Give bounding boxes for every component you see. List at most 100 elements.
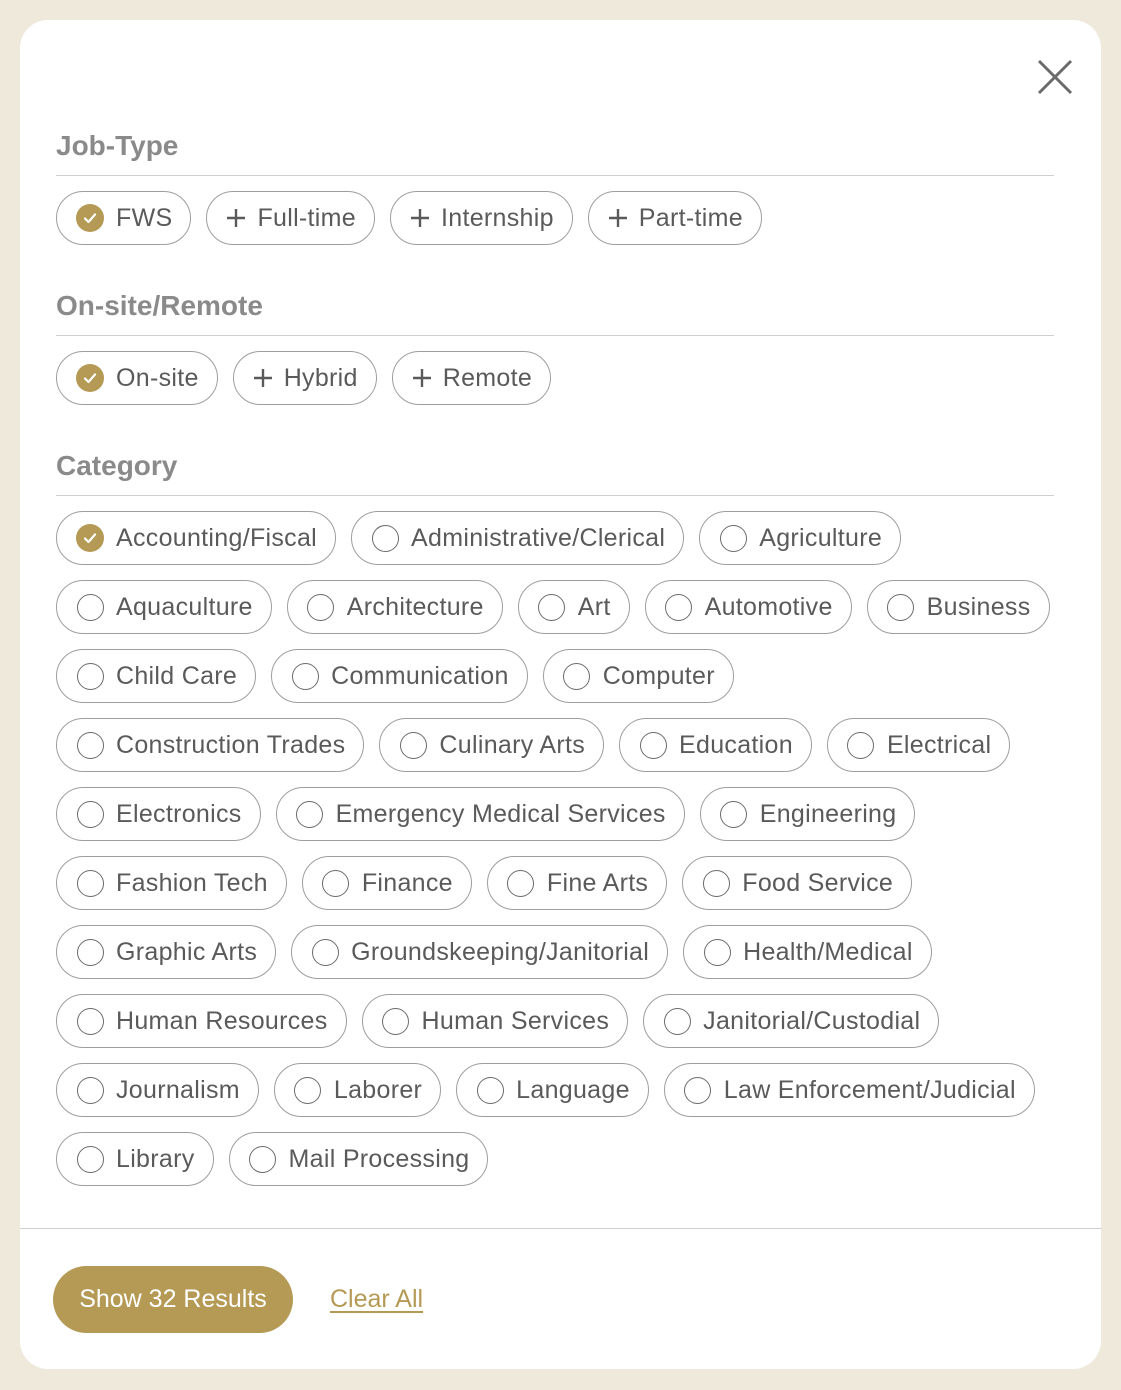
category-section: Category Accounting/Fiscal Administrative… [56, 440, 1054, 1186]
clear-all-link[interactable]: Clear All [330, 1285, 423, 1314]
filter-chip[interactable]: Administrative/Clerical [351, 511, 685, 565]
radio-circle-icon [718, 523, 748, 553]
radio-circle-icon [306, 592, 336, 622]
filter-chip[interactable]: Internship [390, 191, 573, 245]
filter-chip[interactable]: Aquaculture [56, 580, 272, 634]
chip-label: Language [516, 1075, 630, 1104]
checkmark-icon [75, 523, 105, 553]
filter-chip[interactable]: Mail Processing [228, 1132, 489, 1186]
chip-label: Agriculture [759, 523, 883, 552]
radio-circle-icon [683, 1075, 713, 1105]
filter-chip[interactable]: On-site [56, 351, 218, 405]
close-button[interactable] [1036, 58, 1074, 96]
filter-chip[interactable]: Full-time [206, 191, 375, 245]
filter-chip[interactable]: Law Enforcement/Judicial [663, 1063, 1035, 1117]
plus-icon [607, 207, 629, 229]
filter-chip[interactable]: Human Services [361, 994, 629, 1048]
radio-circle-icon [702, 937, 732, 967]
chip-label: Electronics [116, 799, 242, 828]
radio-circle-icon [75, 661, 105, 691]
filter-chip[interactable]: Art [517, 580, 630, 634]
filter-chip[interactable]: FWS [56, 191, 192, 245]
filter-chip[interactable]: Janitorial/Custodial [643, 994, 940, 1048]
chip-label: Graphic Arts [116, 937, 258, 966]
filter-chip[interactable]: Food Service [682, 856, 913, 910]
chip-label: Law Enforcement/Judicial [723, 1075, 1016, 1104]
filter-chip[interactable]: Library [56, 1132, 214, 1186]
radio-circle-icon [248, 1144, 278, 1174]
filter-chip[interactable]: Language [456, 1063, 649, 1117]
radio-circle-icon [664, 592, 694, 622]
radio-circle-icon [381, 1006, 411, 1036]
radio-circle-icon [293, 1075, 323, 1105]
filter-chip[interactable]: Health/Medical [683, 925, 932, 979]
chip-label: Food Service [742, 868, 894, 897]
filter-chip[interactable]: Accounting/Fiscal [56, 511, 337, 565]
chip-label: Architecture [346, 592, 484, 621]
job-type-section: Job-Type FWS Full-time Internship Part-time [56, 120, 1054, 245]
filter-chip[interactable]: Emergency Medical Services [275, 787, 685, 841]
plus-icon [409, 207, 431, 229]
filter-chip[interactable]: Electronics [56, 787, 261, 841]
filter-chip[interactable]: Child Care [56, 649, 257, 703]
chip-label: Janitorial/Custodial [703, 1006, 921, 1035]
chip-label: Fashion Tech [116, 868, 268, 897]
radio-circle-icon [75, 1144, 105, 1174]
filter-chip[interactable]: Graphic Arts [56, 925, 277, 979]
filter-chip[interactable]: Architecture [286, 580, 503, 634]
chip-label: Human Resources [116, 1006, 328, 1035]
chip-label: Library [116, 1144, 195, 1173]
radio-circle-icon [537, 592, 567, 622]
checkmark-icon [75, 203, 105, 233]
chip-label: FWS [116, 203, 173, 232]
chip-label: Journalism [116, 1075, 240, 1104]
chip-label: Fine Arts [546, 868, 649, 897]
show-results-button[interactable]: Show 32 Results [53, 1266, 293, 1333]
chip-label: Automotive [704, 592, 833, 621]
filter-chip[interactable]: Computer [542, 649, 734, 703]
filter-chip[interactable]: Laborer [273, 1063, 442, 1117]
filter-chip[interactable]: Finance [301, 856, 472, 910]
chip-label: Communication [331, 661, 509, 690]
radio-circle-icon [638, 730, 668, 760]
filter-chip[interactable]: Fashion Tech [56, 856, 287, 910]
onsite-remote-section: On-site/Remote On-site Hybrid Remote [56, 280, 1054, 405]
radio-circle-icon [75, 730, 105, 760]
radio-circle-icon [506, 868, 536, 898]
chip-group: FWS Full-time Internship Part-time [56, 176, 1054, 245]
plus-icon [225, 207, 247, 229]
filter-chip[interactable]: Construction Trades [56, 718, 365, 772]
plus-icon [411, 367, 433, 389]
chip-label: Art [577, 592, 611, 621]
checkmark-icon [75, 363, 105, 393]
filter-chip[interactable]: Electrical [826, 718, 1011, 772]
filter-chip[interactable]: Hybrid [232, 351, 377, 405]
radio-circle-icon [846, 730, 876, 760]
filter-chip[interactable]: Engineering [699, 787, 916, 841]
chip-label: Health/Medical [743, 937, 913, 966]
filter-chip[interactable]: Remote [391, 351, 552, 405]
filter-chip[interactable]: Communication [271, 649, 528, 703]
chip-label: Internship [441, 203, 554, 232]
filter-chip[interactable]: Education [619, 718, 812, 772]
radio-circle-icon [719, 799, 749, 829]
filter-chip[interactable]: Agriculture [699, 511, 902, 565]
chip-label: On-site [116, 363, 199, 392]
filter-chip[interactable]: Journalism [56, 1063, 259, 1117]
radio-circle-icon [370, 523, 400, 553]
radio-circle-icon [701, 868, 731, 898]
filter-chip[interactable]: Business [866, 580, 1050, 634]
chip-label: Groundskeeping/Janitorial [351, 937, 650, 966]
filter-modal: Job-Type FWS Full-time Internship Part-time… [20, 20, 1101, 1369]
filter-chip[interactable]: Groundskeeping/Janitorial [291, 925, 669, 979]
chip-label: Mail Processing [288, 1144, 470, 1173]
filter-chip[interactable]: Fine Arts [486, 856, 668, 910]
filter-chip[interactable]: Culinary Arts [379, 718, 605, 772]
filter-chip[interactable]: Automotive [644, 580, 852, 634]
radio-circle-icon [295, 799, 325, 829]
radio-circle-icon [75, 937, 105, 967]
filter-chip[interactable]: Human Resources [56, 994, 347, 1048]
chip-label: Part-time [638, 203, 743, 232]
filter-chip[interactable]: Part-time [587, 191, 762, 245]
chip-label: Child Care [116, 661, 238, 690]
